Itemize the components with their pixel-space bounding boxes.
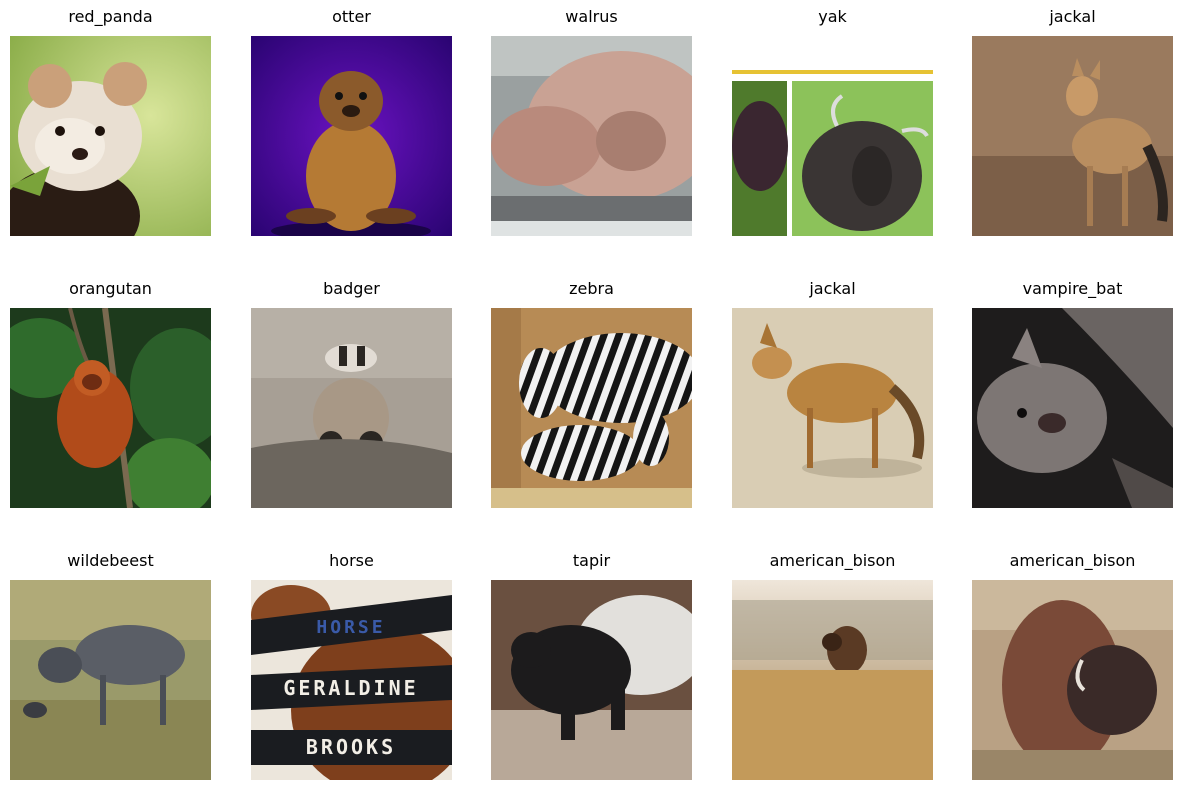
book-cover-text-3: BROOKS: [306, 735, 396, 759]
image-title: orangutan: [69, 279, 152, 298]
image-title: jackal: [1049, 7, 1096, 26]
image-title: otter: [332, 7, 371, 26]
zebra-photo: [491, 308, 692, 508]
image-grid: red_panda otter walrus yak jackal orangu…: [0, 0, 1182, 786]
jackal-photo: [972, 36, 1173, 236]
tapir-photo: [491, 580, 692, 780]
wildebeest-photo: [10, 580, 211, 780]
badger-photo: [251, 308, 452, 508]
horse-book-cover: HORSE GERALDINE BROOKS: [251, 580, 452, 780]
image-title: jackal: [809, 279, 856, 298]
image-title: american_bison: [1009, 551, 1136, 570]
image-title: vampire_bat: [1022, 279, 1123, 298]
book-cover-text-1: HORSE: [316, 617, 385, 638]
image-title: tapir: [572, 551, 611, 570]
american-bison-photo: [732, 580, 933, 780]
orangutan-photo: [10, 308, 211, 508]
american-bison-photo: [972, 580, 1173, 780]
otter-photo: [251, 36, 452, 236]
image-title: walrus: [565, 7, 618, 26]
image-title: badger: [323, 279, 380, 298]
image-title: american_bison: [769, 551, 896, 570]
walrus-photo: [491, 36, 692, 236]
image-title: wildebeest: [67, 551, 154, 570]
yak-photo: [732, 36, 933, 236]
vampire-bat-photo: [972, 308, 1173, 508]
red-panda-photo: [10, 36, 211, 236]
book-cover-text-2: GERALDINE: [283, 676, 418, 700]
image-title: horse: [329, 551, 374, 570]
image-title: red_panda: [68, 7, 153, 26]
image-title: zebra: [569, 279, 614, 298]
jackal-illustration: [732, 308, 933, 508]
image-title: yak: [818, 7, 847, 26]
